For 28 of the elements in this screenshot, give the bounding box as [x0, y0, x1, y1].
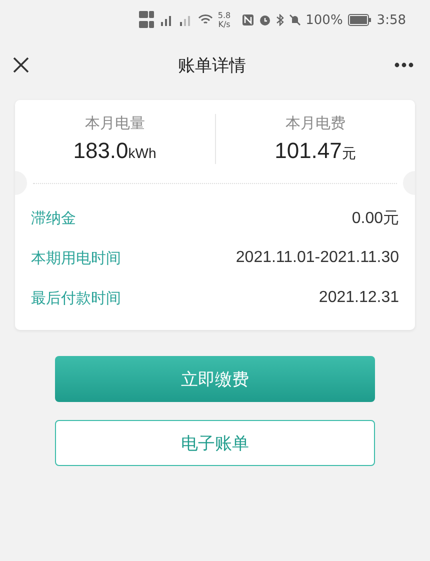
detail-label: 最后付款时间	[31, 288, 121, 308]
nfc-icon	[242, 14, 254, 26]
mute-icon	[288, 14, 301, 26]
sim-card-icon	[138, 10, 155, 30]
alarm-icon	[258, 14, 271, 26]
summary-value: 183.0kWh	[73, 138, 156, 164]
speed-unit: K/s	[218, 20, 230, 29]
summary-label: 本月电费	[285, 114, 346, 133]
pay-button[interactable]: 立即缴费	[55, 356, 375, 402]
wifi-icon	[198, 14, 213, 26]
page-title: 账单详情	[177, 54, 247, 76]
detail-value: 0.00元	[352, 208, 399, 228]
e-bill-button[interactable]: 电子账单	[55, 420, 375, 466]
battery-icon	[348, 14, 372, 26]
close-icon[interactable]	[12, 56, 30, 74]
more-icon[interactable]	[394, 62, 414, 68]
detail-value: 2021.12.31	[318, 289, 399, 307]
network-speed: 5.8	[218, 11, 231, 20]
signal-icon	[178, 14, 193, 26]
bluetooth-icon	[276, 14, 284, 26]
battery-percent: 100%	[306, 12, 343, 28]
signal-icon	[160, 14, 174, 26]
summary-label: 本月电量	[84, 114, 145, 133]
clock: 3:58	[376, 12, 406, 28]
detail-label: 滞纳金	[31, 208, 76, 228]
summary-value: 101.47元	[274, 138, 356, 164]
detail-label: 本期用电时间	[31, 248, 121, 268]
detail-value: 2021.11.01-2021.11.30	[236, 249, 399, 267]
